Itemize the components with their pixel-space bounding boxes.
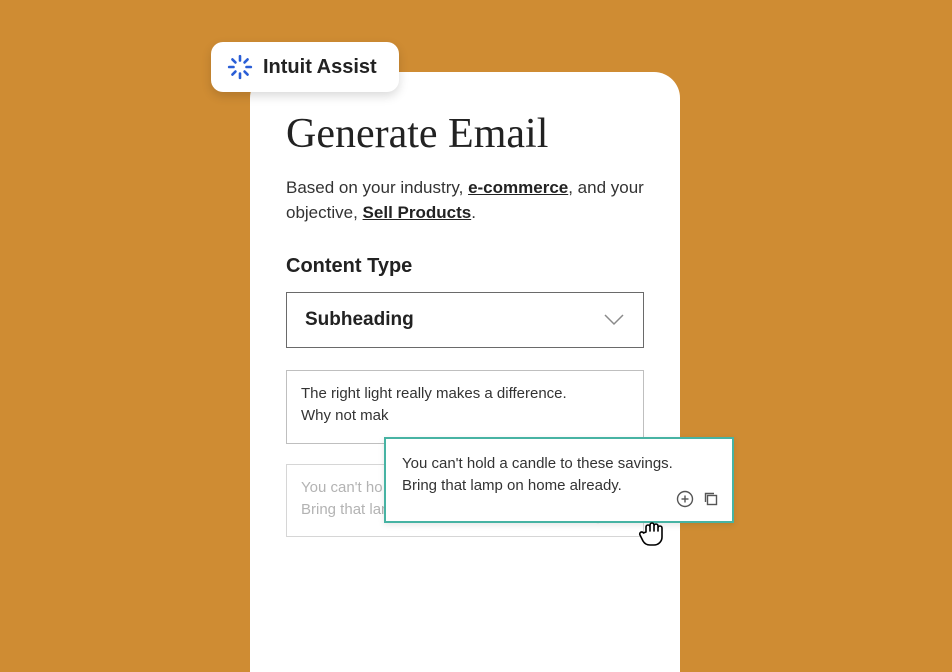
- sub-text-post: .: [471, 203, 476, 222]
- sparkle-icon: [227, 54, 253, 80]
- generate-email-panel: Generate Email Based on your industry, e…: [250, 72, 680, 672]
- float-line2: Bring that lamp on home already.: [402, 475, 716, 497]
- float-line1: You can't hold a candle to these savings…: [402, 453, 716, 475]
- card1-line1: The right light really makes a differenc…: [301, 383, 629, 405]
- grab-cursor-icon: [636, 516, 670, 555]
- card1-line2: Why not mak: [301, 405, 629, 427]
- intuit-assist-badge: Intuit Assist: [211, 42, 399, 92]
- content-type-label: Content Type: [286, 255, 644, 278]
- panel-subtitle: Based on your industry, e-commerce, and …: [286, 176, 644, 225]
- select-value: Subheading: [305, 309, 414, 331]
- industry-link[interactable]: e-commerce: [468, 178, 568, 197]
- objective-link[interactable]: Sell Products: [363, 203, 472, 222]
- content-type-select[interactable]: Subheading: [286, 292, 644, 348]
- chevron-down-icon: [603, 313, 625, 327]
- float-actions: [676, 490, 720, 515]
- sub-text-pre: Based on your industry,: [286, 178, 468, 197]
- suggestion-card-1[interactable]: The right light really makes a differenc…: [286, 370, 644, 444]
- assist-badge-label: Intuit Assist: [263, 56, 377, 79]
- copy-icon[interactable]: [702, 490, 720, 515]
- page-title: Generate Email: [286, 110, 644, 158]
- dragged-suggestion-card[interactable]: You can't hold a candle to these savings…: [384, 437, 734, 523]
- plus-circle-icon[interactable]: [676, 490, 694, 515]
